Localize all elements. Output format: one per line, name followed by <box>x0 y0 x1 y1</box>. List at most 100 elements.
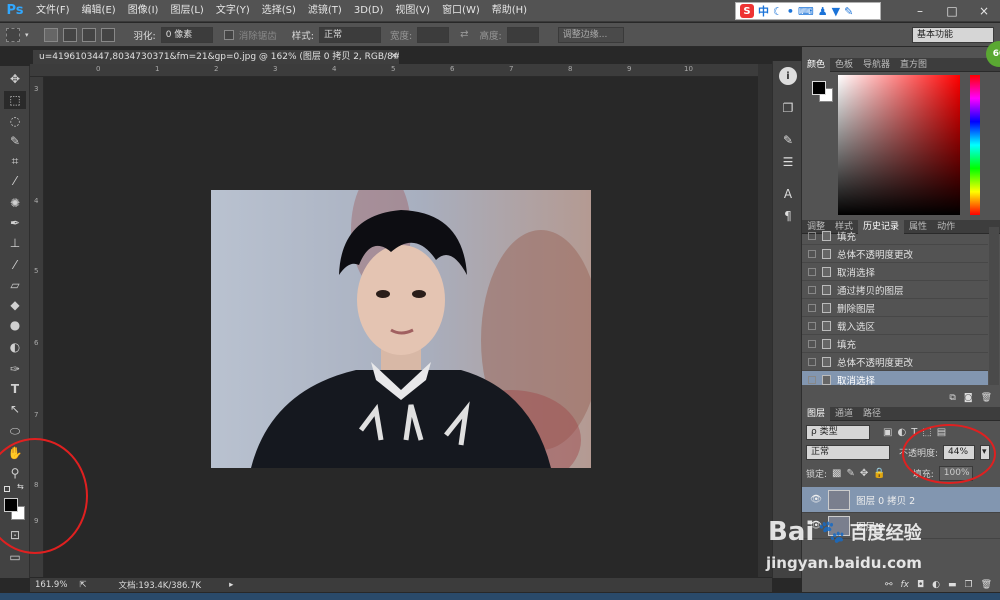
tab-navigator[interactable]: 导航器 <box>858 58 895 72</box>
menu-type[interactable]: 文字(Y) <box>210 0 256 22</box>
punctuation-icon[interactable]: • <box>787 5 794 18</box>
menu-filter[interactable]: 滤镜(T) <box>302 0 348 22</box>
close-button[interactable]: × <box>968 0 1000 22</box>
ime-mode-label[interactable]: 中 <box>758 3 769 19</box>
history-item[interactable]: 载入选区 <box>802 317 988 335</box>
lock-position-icon[interactable]: ✥ <box>860 468 868 479</box>
tab-swatches[interactable]: 色板 <box>830 58 858 72</box>
chevron-down-icon[interactable]: ▾ <box>25 31 29 39</box>
history-checkbox[interactable] <box>808 231 816 240</box>
brush-tool-icon[interactable]: ✒ <box>4 214 26 232</box>
adjustment-filter-icon[interactable]: ◐ <box>897 427 906 438</box>
pen-tool-icon[interactable]: ✑ <box>4 360 26 378</box>
history-checkbox[interactable] <box>808 285 816 294</box>
menu-select[interactable]: 选择(S) <box>256 0 302 22</box>
new-selection-icon[interactable] <box>43 27 58 42</box>
folder-icon[interactable]: ▬ <box>948 580 957 590</box>
document-image[interactable] <box>211 190 591 468</box>
menu-view[interactable]: 视图(V) <box>389 0 436 22</box>
tool-presets-icon[interactable]: ☰ <box>779 153 797 171</box>
blur-tool-icon[interactable]: ● <box>4 316 26 334</box>
color-picker-field[interactable] <box>838 75 960 215</box>
shirt-icon[interactable]: ▼ <box>832 5 840 18</box>
tab-paths[interactable]: 路径 <box>858 407 886 421</box>
paragraph-icon[interactable]: ¶ <box>779 207 797 225</box>
history-checkbox[interactable] <box>808 339 816 348</box>
layer-row-selected[interactable]: 👁 图层 0 拷贝 2 <box>802 487 1000 513</box>
menu-layer[interactable]: 图层(L) <box>164 0 209 22</box>
tab-color[interactable]: 颜色 <box>802 57 831 72</box>
minimize-button[interactable]: – <box>904 0 936 22</box>
history-checkbox[interactable] <box>808 303 816 312</box>
history-scrollbar[interactable] <box>989 227 999 385</box>
history-checkbox[interactable] <box>808 249 816 258</box>
history-item[interactable]: 删除图层 <box>802 299 988 317</box>
dodge-tool-icon[interactable]: ◐ <box>4 338 26 356</box>
antialias-checkbox[interactable] <box>223 29 234 40</box>
history-brush-icon[interactable]: ⁄ <box>4 256 26 274</box>
trash-icon[interactable]: 🗑 <box>981 393 992 403</box>
zoom-level[interactable]: 161.9% <box>35 580 67 590</box>
lock-transparency-icon[interactable]: ▩ <box>832 468 841 479</box>
marquee-preset-icon[interactable] <box>6 27 20 42</box>
info-icon[interactable]: i <box>779 67 797 85</box>
move-tool-icon[interactable]: ✥ <box>4 70 26 88</box>
user-icon[interactable]: ♟ <box>818 5 828 18</box>
refine-edge-button[interactable]: 调整边缘... <box>557 26 624 43</box>
mask-icon[interactable]: ◘ <box>917 580 924 590</box>
ellipse-tool-icon[interactable]: ⬭ <box>4 422 26 440</box>
style-select[interactable]: 正常 <box>318 26 381 43</box>
brush-preset-icon[interactable]: ✎ <box>779 131 797 149</box>
close-tab-icon[interactable]: × <box>390 51 398 61</box>
ime-toolbar[interactable]: S 中 ☾ • ⌨ ♟ ▼ ✎ <box>735 2 881 20</box>
healing-brush-icon[interactable]: ✺ <box>4 194 26 212</box>
marquee-tool-icon[interactable]: ⬚ <box>4 91 26 109</box>
restore-button[interactable]: □ <box>936 0 968 22</box>
canvas-scrollbar[interactable] <box>758 64 772 577</box>
trash-icon[interactable]: 🗑 <box>981 580 992 590</box>
foreground-color-swatch[interactable] <box>4 498 18 512</box>
type-tool-icon[interactable]: T <box>4 380 26 398</box>
history-item[interactable]: 总体不透明度更改 <box>802 245 988 263</box>
layer-comps-icon[interactable]: ❐ <box>779 99 797 117</box>
swap-icon[interactable]: ⇄ <box>460 29 468 40</box>
menu-file[interactable]: 文件(F) <box>30 0 76 22</box>
history-checkbox[interactable] <box>808 267 816 276</box>
menu-window[interactable]: 窗口(W) <box>436 0 486 22</box>
menu-image[interactable]: 图像(I) <box>122 0 165 22</box>
new-layer-icon[interactable]: ❐ <box>964 580 972 590</box>
history-checkbox[interactable] <box>808 357 816 366</box>
status-menu-arrow-icon[interactable]: ▸ <box>229 580 233 590</box>
panel-foreground-swatch[interactable] <box>812 81 826 95</box>
history-item[interactable]: 填充 <box>802 227 988 245</box>
tab-channels[interactable]: 通道 <box>830 407 858 421</box>
moon-icon[interactable]: ☾ <box>773 5 783 18</box>
visibility-eye-icon[interactable]: 👁 <box>810 494 822 505</box>
path-select-icon[interactable]: ↖ <box>4 400 26 418</box>
export-icon[interactable]: ⇱ <box>79 580 86 590</box>
tab-histogram[interactable]: 直方图 <box>895 58 932 72</box>
lasso-tool-icon[interactable]: ◌ <box>4 112 26 130</box>
menu-edit[interactable]: 编辑(E) <box>76 0 122 22</box>
workspace-select[interactable]: 基本功能 <box>912 27 994 43</box>
history-item-selected[interactable]: 取消选择 <box>802 371 988 385</box>
layer-filter-select[interactable]: ρ 类型 <box>806 425 870 440</box>
subtract-selection-icon[interactable] <box>81 27 96 42</box>
keyboard-icon[interactable]: ⌨ <box>798 5 814 18</box>
tools-icon[interactable]: ✎ <box>844 5 853 18</box>
new-document-from-state-icon[interactable]: ⧉ <box>949 393 955 403</box>
eyedropper-tool-icon[interactable]: ⁄ <box>4 172 26 190</box>
layer-name[interactable]: 图层 0 拷贝 2 <box>856 493 915 507</box>
blend-mode-select[interactable]: 正常 <box>806 445 890 460</box>
paint-bucket-icon[interactable]: ◆ <box>4 296 26 314</box>
history-checkbox[interactable] <box>808 321 816 330</box>
character-icon[interactable]: A <box>779 185 797 203</box>
adjustment-icon[interactable]: ◐ <box>932 580 940 590</box>
menu-3d[interactable]: 3D(D) <box>348 0 390 22</box>
fx-icon[interactable]: fx <box>900 580 909 590</box>
menu-help[interactable]: 帮助(H) <box>486 0 533 22</box>
height-input[interactable] <box>506 26 539 43</box>
crop-tool-icon[interactable]: ⌗ <box>4 152 26 170</box>
history-item[interactable]: 取消选择 <box>802 263 988 281</box>
hue-slider[interactable] <box>970 75 980 215</box>
